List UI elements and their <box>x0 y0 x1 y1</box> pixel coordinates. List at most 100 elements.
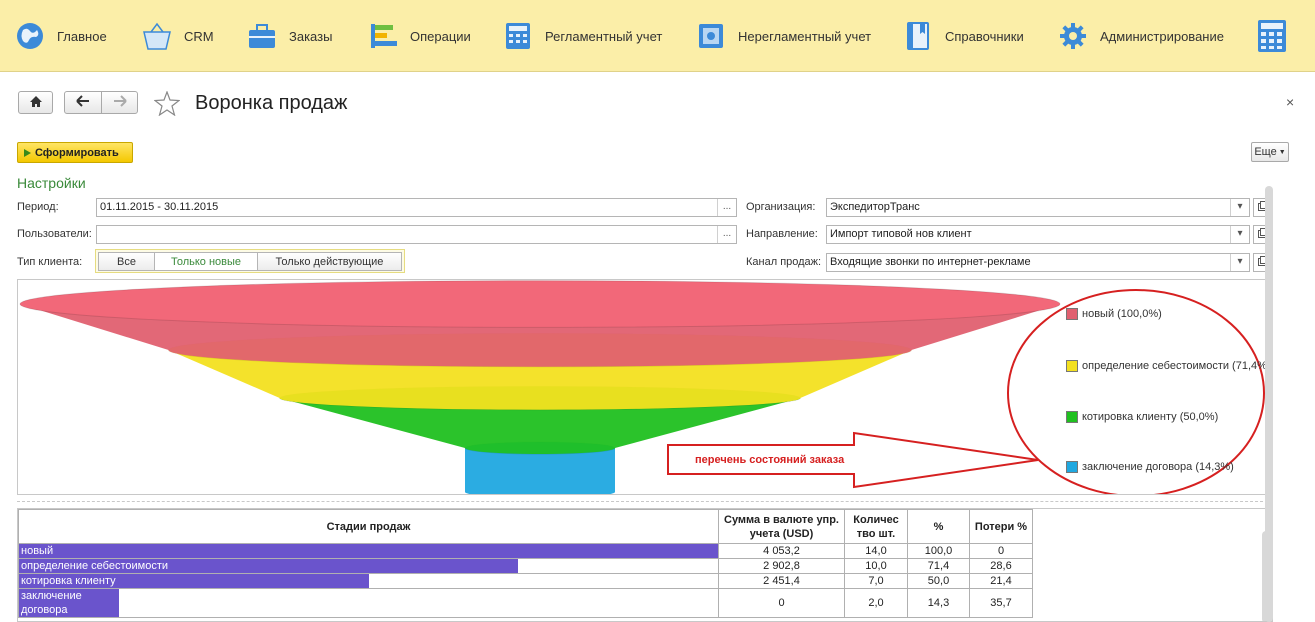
users-field[interactable]: ... <box>96 225 737 244</box>
nav-item-more-calculator[interactable] <box>1255 14 1289 58</box>
qty-cell: 2,0 <box>844 588 908 618</box>
nav-item-regulated[interactable]: Регламентный учет <box>501 14 662 58</box>
sum-cell: 0 <box>718 588 845 618</box>
page-scrollbar[interactable] <box>1265 186 1273 622</box>
legend-label: определение себестоимости (71,4%) <box>1082 360 1271 372</box>
legend-item: определение себестоимости (71,4%) <box>1066 360 1271 372</box>
header-qty: Количес тво шт. <box>844 509 908 544</box>
gear-icon <box>1056 19 1090 53</box>
sum-cell: 2 451,4 <box>718 573 845 589</box>
title-bar: Воронка продаж × <box>0 80 1315 130</box>
stage-name: котировка клиенту <box>21 575 116 587</box>
sum-cell: 4 053,2 <box>718 543 845 559</box>
period-label: Период: <box>17 201 59 213</box>
funnel-body <box>465 448 615 494</box>
nav-item-reference[interactable]: Справочники <box>901 14 1024 58</box>
client-type-active[interactable]: Только действующие <box>257 252 402 271</box>
home-button[interactable] <box>18 91 53 114</box>
users-label: Пользователи: <box>17 228 92 240</box>
period-select-button[interactable]: ... <box>717 199 736 216</box>
chevron-down-icon[interactable]: ▾ <box>1230 254 1249 271</box>
client-type-new[interactable]: Только новые <box>154 252 258 271</box>
calculator-icon <box>501 19 535 53</box>
nav-item-main[interactable]: Главное <box>13 14 107 58</box>
table-row[interactable]: определение себестоимости 2 902,8 10,0 71,4… <box>18 558 1033 574</box>
legend-item: новый (100,0%) <box>1066 308 1162 320</box>
pct-cell: 14,3 <box>907 588 970 618</box>
play-icon <box>24 148 31 157</box>
funnel-top <box>19 280 1061 328</box>
nav-label: Заказы <box>289 28 333 44</box>
sum-cell: 2 902,8 <box>718 558 845 574</box>
nav-item-operations[interactable]: Операции <box>366 14 471 58</box>
loss-cell: 28,6 <box>969 558 1033 574</box>
stages-table-panel: Стадии продаж Сумма в валюте упр. учета … <box>17 508 1273 622</box>
nav-label: Регламентный учет <box>545 28 663 44</box>
chevron-down-icon[interactable]: ▾ <box>1230 199 1249 216</box>
direction-label: Направление: <box>746 228 818 240</box>
pct-cell: 71,4 <box>907 558 970 574</box>
back-button[interactable] <box>64 91 102 114</box>
legend-swatch <box>1066 360 1078 372</box>
divider <box>17 501 1273 502</box>
qty-cell: 14,0 <box>844 543 908 559</box>
direction-value: Импорт типовой нов клиент <box>830 228 972 240</box>
briefcase-icon <box>245 19 279 53</box>
org-field[interactable]: ЭкспедиторТранс ▾ <box>826 198 1250 217</box>
nav-item-crm[interactable]: CRM <box>140 14 214 58</box>
table-row[interactable]: заключение договора 0 2,0 14,3 35,7 <box>18 588 1033 618</box>
legend-label: котировка клиенту (50,0%) <box>1082 411 1219 423</box>
home-icon <box>29 95 43 111</box>
legend-item: заключение договора (14,3%) <box>1066 461 1234 473</box>
page-title: Воронка продаж <box>195 92 348 114</box>
header-pct: % <box>907 509 970 544</box>
top-nav-bar: Главное CRM Заказы Операции Регламентный… <box>0 0 1315 72</box>
stage-cell: определение себестоимости <box>18 558 719 574</box>
chevron-down-icon[interactable]: ▾ <box>1230 226 1249 243</box>
nav-label: Главное <box>57 28 107 44</box>
client-type-all[interactable]: Все <box>98 252 155 271</box>
table-header-row: Стадии продаж Сумма в валюте упр. учета … <box>18 509 1033 544</box>
nav-label: Нерегламентный учет <box>738 28 872 44</box>
safe-icon <box>694 19 728 53</box>
loss-cell: 0 <box>969 543 1033 559</box>
stage-name: определение себестоимости <box>21 560 168 572</box>
legend-label: новый (100,0%) <box>1082 308 1162 320</box>
client-type-label: Тип клиента: <box>17 256 83 268</box>
stage-cell: котировка клиенту <box>18 573 719 589</box>
nav-item-orders[interactable]: Заказы <box>245 14 332 58</box>
table-row[interactable]: новый 4 053,2 14,0 100,0 0 <box>18 543 1033 559</box>
period-field[interactable]: 01.11.2015 - 30.11.2015 ... <box>96 198 737 217</box>
chevron-down-icon: ▼ <box>1278 148 1286 156</box>
scrollbar-thumb[interactable] <box>1265 186 1273 622</box>
close-button[interactable]: × <box>1286 94 1294 110</box>
legend-label: заключение договора (14,3%) <box>1082 461 1234 473</box>
generate-label: Сформировать <box>35 146 119 159</box>
pct-cell: 100,0 <box>907 543 970 559</box>
more-button[interactable]: Еще ▼ <box>1251 142 1289 162</box>
pct-cell: 50,0 <box>907 573 970 589</box>
nav-item-unregulated[interactable]: Нерегламентный учет <box>694 14 871 58</box>
channel-field[interactable]: Входящие звонки по интернет-рекламе ▾ <box>826 253 1250 272</box>
loss-cell: 35,7 <box>969 588 1033 618</box>
generate-button[interactable]: Сформировать <box>17 142 133 163</box>
stage-name: новый <box>21 545 54 557</box>
users-select-button[interactable]: ... <box>717 226 736 243</box>
stages-table: Стадии продаж Сумма в валюте упр. учета … <box>18 509 1033 618</box>
more-label: Еще <box>1254 146 1277 158</box>
channel-label: Канал продаж: <box>746 256 822 268</box>
stage-cell: новый <box>18 543 719 559</box>
bars-icon <box>366 19 400 53</box>
header-loss: Потери % <box>969 509 1033 544</box>
org-label: Организация: <box>746 201 816 213</box>
loss-cell: 21,4 <box>969 573 1033 589</box>
table-row[interactable]: котировка клиенту 2 451,4 7,0 50,0 21,4 <box>18 573 1033 589</box>
direction-field[interactable]: Импорт типовой нов клиент ▾ <box>826 225 1250 244</box>
book-icon <box>901 19 935 53</box>
channel-value: Входящие звонки по интернет-рекламе <box>830 256 1031 268</box>
favorite-star-icon[interactable] <box>153 90 181 119</box>
header-stage: Стадии продаж <box>18 509 719 544</box>
qty-cell: 7,0 <box>844 573 908 589</box>
nav-item-admin[interactable]: Администрирование <box>1056 14 1224 58</box>
forward-button[interactable] <box>101 91 138 114</box>
